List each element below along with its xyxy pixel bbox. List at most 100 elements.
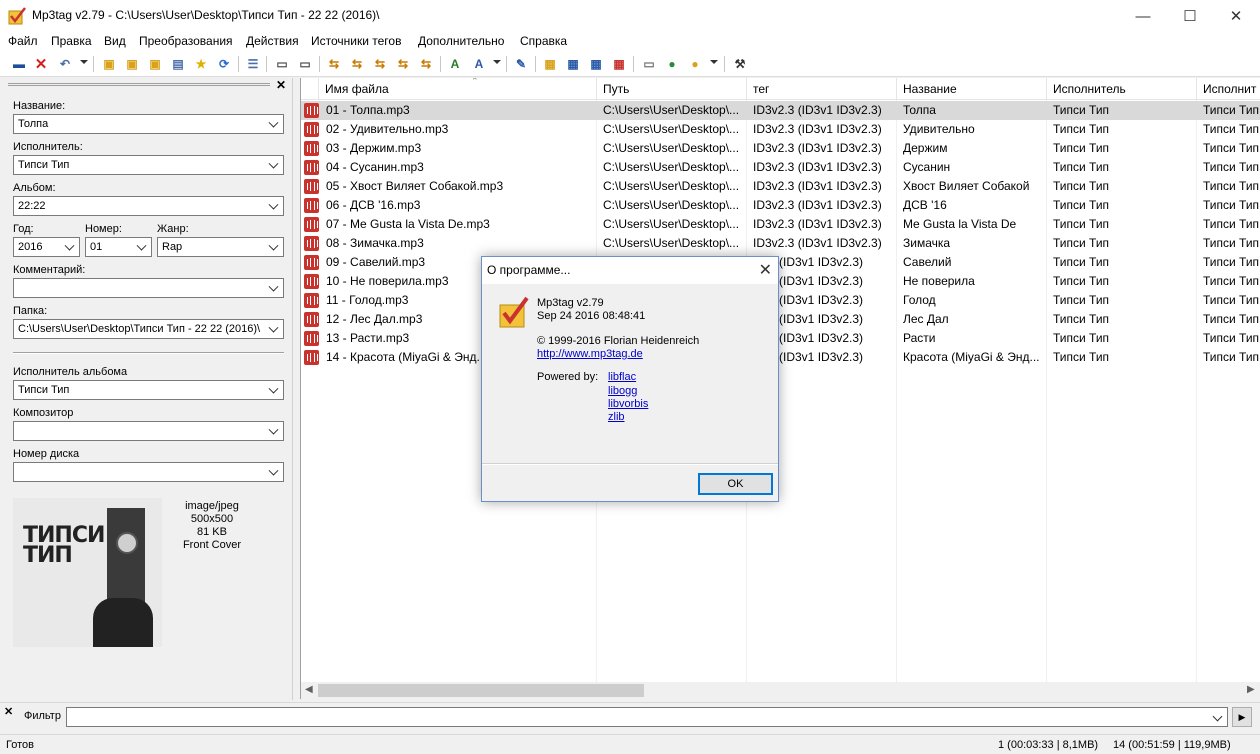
dialog-lib-link[interactable]: zlib (608, 411, 625, 423)
chevron-down-icon[interactable] (268, 465, 279, 476)
table-row[interactable]: 02 - Удивительно.mp3 C:\Users\User\Deskto… (301, 120, 1260, 139)
options-icon[interactable]: ⚒ (731, 55, 749, 73)
dialog-lib-link[interactable]: libvorbis (608, 398, 648, 410)
tag-to-filename-icon[interactable]: ⇆ (325, 55, 343, 73)
chevron-down-icon[interactable] (268, 383, 279, 394)
chevron-down-icon[interactable] (268, 117, 279, 128)
table-row[interactable]: 11 - Голод.mp3 v2.3 (ID3v1 ID3v2.3) Голод Т… (301, 291, 1260, 310)
freedb-icon[interactable]: ▭ (640, 55, 658, 73)
chevron-down-icon[interactable] (64, 240, 75, 251)
menu-convert[interactable]: Преобразования (139, 34, 233, 48)
close-window-button[interactable]: ✕ (1213, 0, 1259, 32)
web-source-2-icon[interactable]: ● (686, 55, 704, 73)
dialog-website-link[interactable]: http://www.mp3tag.de (537, 348, 643, 360)
close-filter-icon[interactable]: ✕ (4, 705, 13, 718)
scroll-left-icon[interactable]: ◀ (305, 684, 313, 695)
table-row[interactable]: 07 - Me Gusta la Vista De.mp3 C:\Users\Us… (301, 215, 1260, 234)
panel-splitter[interactable] (292, 78, 298, 700)
dialog-close-icon[interactable]: ✕ (759, 260, 772, 280)
artist-field[interactable]: Типси Тип (13, 155, 284, 175)
composer-field[interactable] (13, 421, 284, 441)
table-row[interactable]: 14 - Красота (MiyaGi & Энд... v2.3 (ID3v1… (301, 348, 1260, 367)
refresh-icon[interactable]: ⟳ (215, 55, 233, 73)
disc-field[interactable] (13, 462, 284, 482)
undo-icon[interactable]: ↶ (56, 55, 74, 73)
horizontal-scrollbar[interactable]: ◀ ▶ (300, 682, 1260, 699)
chevron-down-icon[interactable] (268, 322, 279, 333)
add-icon[interactable]: ▣ (146, 55, 164, 73)
year-field[interactable]: 2016 (13, 237, 80, 257)
chevron-down-icon[interactable] (268, 158, 279, 169)
chevron-down-icon[interactable] (1212, 711, 1223, 722)
title-field[interactable]: Толпа (13, 114, 284, 134)
column-header-tag[interactable]: тег (747, 78, 897, 100)
scroll-right-icon[interactable]: ▶ (1247, 684, 1255, 695)
menu-extras[interactable]: Дополнительно (418, 34, 504, 48)
track-field[interactable]: 01 (85, 237, 152, 257)
menu-tag-sources[interactable]: Источники тегов (311, 34, 401, 48)
undo-dropdown-icon[interactable] (80, 60, 88, 64)
table-row[interactable]: 13 - Расти.mp3 v2.3 (ID3v1 ID3v2.3) Расти Т… (301, 329, 1260, 348)
actions-icon[interactable]: A (446, 55, 464, 73)
file-list[interactable]: Имя файла ⌃ Путь тег Название Исполнитель… (300, 78, 1260, 682)
chevron-down-icon[interactable] (268, 199, 279, 210)
comment-field[interactable] (13, 278, 284, 298)
table-row[interactable]: 04 - Сусанин.mp3 C:\Users\User\Desktop\..… (301, 158, 1260, 177)
table-row[interactable]: 03 - Держим.mp3 C:\Users\User\Desktop\...… (301, 139, 1260, 158)
maximize-button[interactable]: ☐ (1167, 0, 1213, 32)
table-row[interactable]: 12 - Лес Дал.mp3 v2.3 (ID3v1 ID3v2.3) Лес … (301, 310, 1260, 329)
export-icon[interactable]: ▦ (564, 55, 582, 73)
column-header-path[interactable]: Путь (597, 78, 747, 100)
table-row[interactable]: 09 - Савелий.mp3 v2.3 (ID3v1 ID3v2.3) Саве… (301, 253, 1260, 272)
menu-edit[interactable]: Правка (51, 34, 92, 48)
filter-go-button[interactable]: ▶ (1232, 707, 1252, 727)
playlist-icon[interactable]: ▦ (587, 55, 605, 73)
table-row[interactable]: 05 - Хвост Виляет Собакой.mp3 C:\Users\Us… (301, 177, 1260, 196)
open-folder-icon[interactable]: ▤ (169, 55, 187, 73)
album-field[interactable]: 22:22 (13, 196, 284, 216)
chevron-down-icon[interactable] (136, 240, 147, 251)
filename-to-tag-icon[interactable]: ⇆ (348, 55, 366, 73)
filter-input[interactable] (66, 707, 1228, 727)
genre-field[interactable]: Rap (157, 237, 284, 257)
chevron-down-icon[interactable] (268, 424, 279, 435)
dialog-lib-link[interactable]: libogg (608, 385, 637, 397)
web-source-dropdown-icon[interactable] (710, 60, 718, 64)
save-icon[interactable]: ▬ (10, 55, 28, 73)
column-header-filename[interactable]: Имя файла ⌃ (319, 78, 597, 100)
tag-overview-icon[interactable]: ▦ (610, 55, 628, 73)
table-row[interactable]: 06 - ДСВ '16.mp3 C:\Users\User\Desktop\..… (301, 196, 1260, 215)
autonumber-icon[interactable]: ▦ (541, 55, 559, 73)
minimize-button[interactable]: — (1120, 0, 1166, 32)
close-panel-icon[interactable]: ✕ (276, 78, 286, 92)
text-file-to-tag-icon[interactable]: ⇆ (394, 55, 412, 73)
menu-view[interactable]: Вид (104, 34, 126, 48)
actions-dropdown-icon[interactable] (493, 60, 501, 64)
dialog-lib-link[interactable]: libflac (608, 371, 636, 383)
panel-grip[interactable] (8, 83, 270, 86)
table-row[interactable]: 08 - Зимачка.mp3 C:\Users\User\Desktop\..… (301, 234, 1260, 253)
tag-to-text-file-icon[interactable]: ⇆ (417, 55, 435, 73)
list-view-icon[interactable]: ☰ (244, 55, 262, 73)
column-header-artist[interactable]: Исполнитель (1047, 78, 1197, 100)
remove-tag-icon[interactable]: ✕ (32, 55, 50, 73)
menu-help[interactable]: Справка (520, 34, 567, 48)
chevron-down-icon[interactable] (268, 240, 279, 251)
add-directory-icon[interactable]: ▣ (123, 55, 141, 73)
album-artist-field[interactable]: Типси Тип (13, 380, 284, 400)
menu-actions[interactable]: Действия (246, 34, 299, 48)
favorites-icon[interactable]: ★ (192, 55, 210, 73)
scroll-thumb[interactable] (318, 684, 644, 697)
column-header-title[interactable]: Название (897, 78, 1047, 100)
folder-field[interactable]: C:\Users\User\Desktop\Типси Тип - 22 22 … (13, 319, 284, 339)
extended-tags-icon[interactable]: ✎ (512, 55, 530, 73)
case-conversion-icon[interactable]: A (470, 55, 488, 73)
chevron-down-icon[interactable] (268, 281, 279, 292)
column-header-icon[interactable] (301, 78, 319, 100)
paste-tag-icon[interactable]: ▭ (296, 55, 314, 73)
web-source-icon[interactable]: ● (663, 55, 681, 73)
tag-to-tag-icon[interactable]: ⇆ (371, 55, 389, 73)
ok-button[interactable]: OK (698, 473, 773, 495)
menu-file[interactable]: Файл (8, 34, 38, 48)
table-row[interactable]: 01 - Толпа.mp3 C:\Users\User\Desktop\... I… (301, 101, 1260, 120)
